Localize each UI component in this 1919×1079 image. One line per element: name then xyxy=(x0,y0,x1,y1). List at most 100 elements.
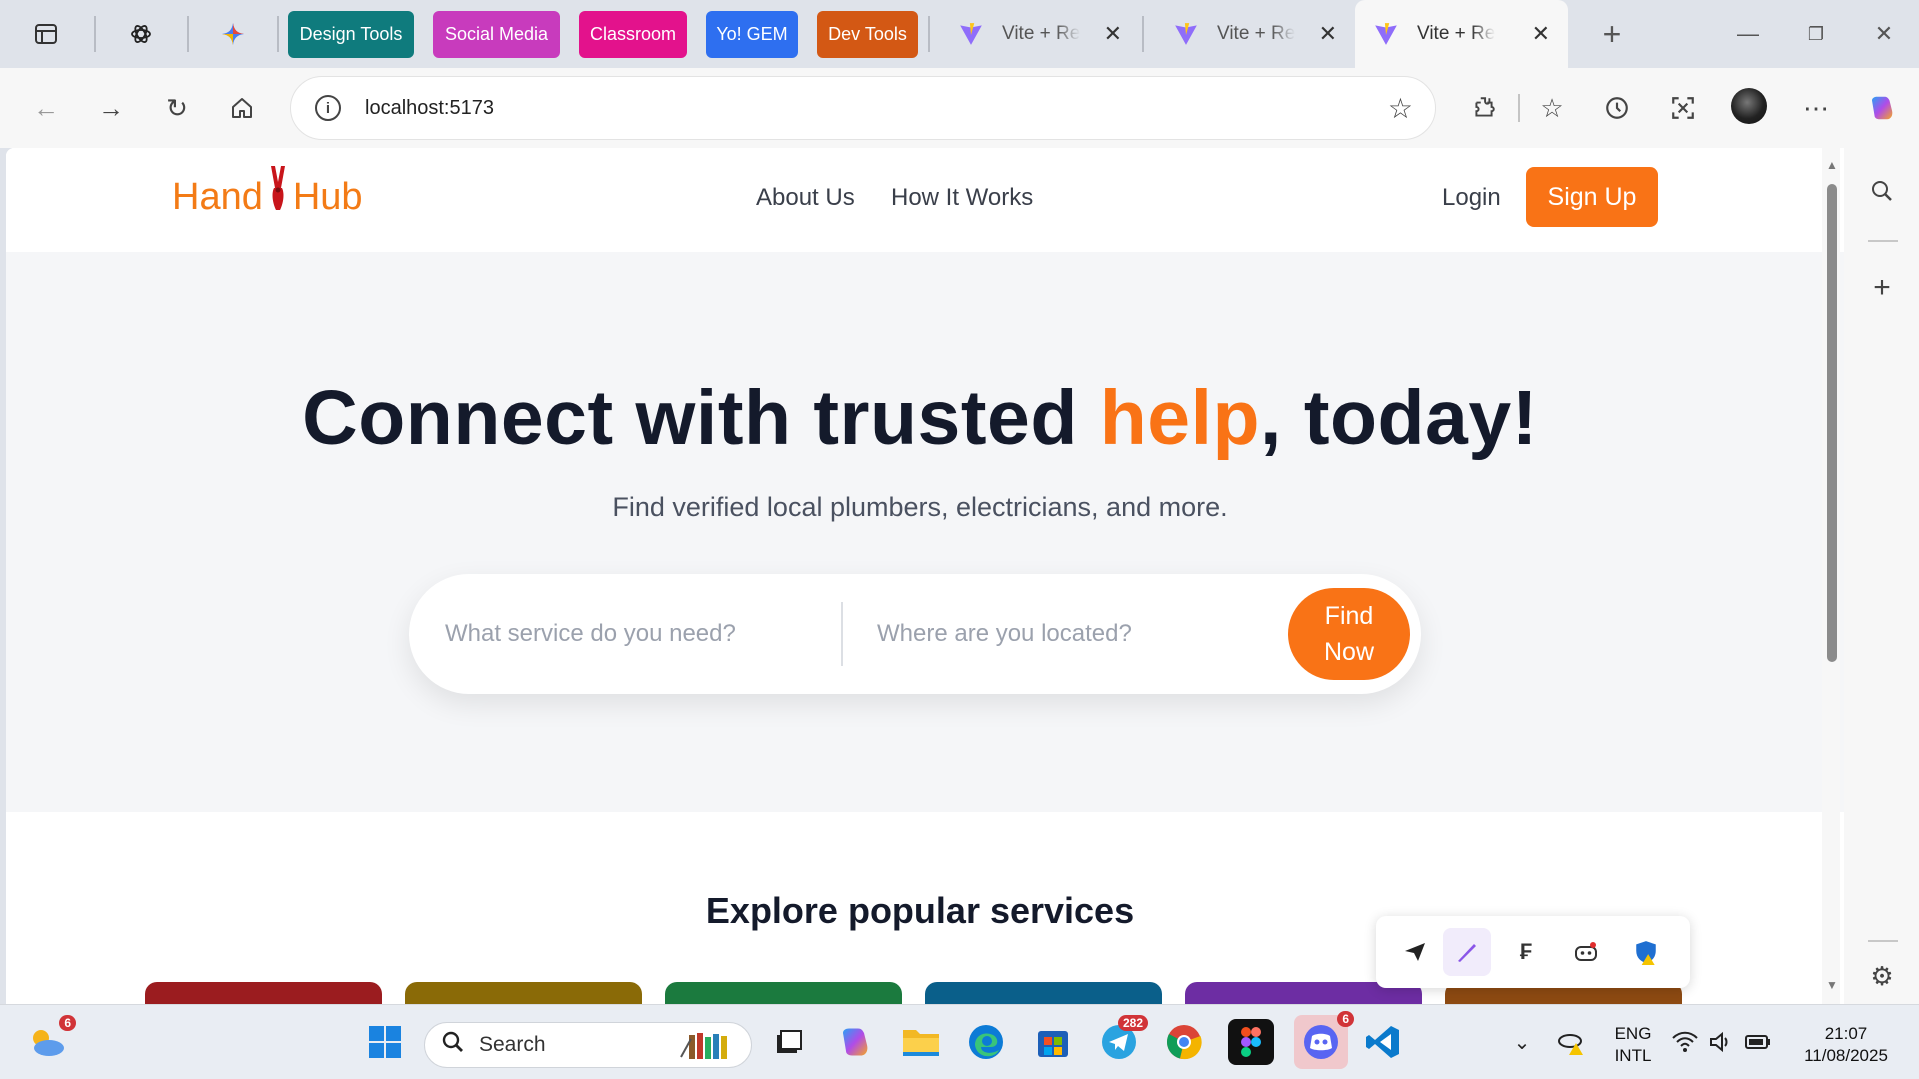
tab-vite-react-2[interactable]: Vite + React ✕ xyxy=(1155,0,1355,68)
nav-about-us[interactable]: About Us xyxy=(756,184,855,212)
pliers-logo-icon xyxy=(270,165,285,210)
close-window-icon[interactable]: ✕ xyxy=(1864,14,1904,54)
address-bar[interactable]: i localhost:5173 ☆ xyxy=(290,76,1436,140)
hero-title-part1: Connect with trusted xyxy=(302,375,1100,461)
logo-text-left: Hand xyxy=(172,176,263,218)
new-tab-icon[interactable]: + xyxy=(1592,14,1632,54)
microsoft-store-icon[interactable] xyxy=(1030,1019,1076,1065)
restore-icon[interactable]: ❐ xyxy=(1796,14,1836,54)
close-tab-icon[interactable]: ✕ xyxy=(1104,21,1122,47)
chrome-icon[interactable] xyxy=(1161,1019,1207,1065)
file-explorer-icon[interactable] xyxy=(898,1019,944,1065)
login-link[interactable]: Login xyxy=(1442,184,1501,212)
weather-widget-icon[interactable]: 6 xyxy=(24,1015,76,1065)
battery-icon[interactable] xyxy=(1740,1019,1776,1065)
add-panel-icon[interactable]: + xyxy=(1862,268,1902,308)
service-search-bar: Find Now xyxy=(409,574,1421,694)
bot-icon[interactable] xyxy=(1562,928,1610,976)
show-hidden-icons-chevron-icon[interactable]: ⌄ xyxy=(1502,1019,1542,1065)
page-scrollbar[interactable]: ▲ ▼ xyxy=(1822,148,1840,1004)
tab-actions-icon[interactable] xyxy=(26,14,66,54)
vite-favicon-icon xyxy=(1375,23,1397,45)
find-now-line2: Now xyxy=(1323,638,1374,666)
minimize-icon[interactable]: — xyxy=(1728,14,1768,54)
hero-title-accent: help xyxy=(1099,375,1261,461)
task-view-icon[interactable] xyxy=(765,1019,811,1065)
scroll-down-icon[interactable]: ▼ xyxy=(1826,978,1838,992)
settings-gear-icon[interactable]: ⚙ xyxy=(1862,956,1902,996)
service-card[interactable] xyxy=(145,982,382,1004)
copilot-icon[interactable] xyxy=(1862,88,1902,128)
home-icon[interactable] xyxy=(222,88,262,128)
tab-group-classroom[interactable]: Classroom xyxy=(579,11,687,58)
search-icon xyxy=(441,1030,465,1061)
divider xyxy=(1142,16,1144,52)
scroll-up-icon[interactable]: ▲ xyxy=(1826,158,1838,172)
wifi-icon[interactable] xyxy=(1667,1019,1703,1065)
service-card[interactable] xyxy=(665,982,902,1004)
handyhub-logo[interactable]: Hand Hub xyxy=(172,165,363,219)
service-input[interactable] xyxy=(445,610,825,658)
language-indicator[interactable]: ENG INTL xyxy=(1610,1023,1656,1067)
search-icon[interactable] xyxy=(1862,171,1902,211)
favorite-star-icon[interactable]: ☆ xyxy=(1388,92,1413,125)
shield-warning-icon[interactable] xyxy=(1622,928,1670,976)
history-icon[interactable] xyxy=(1597,88,1637,128)
site-header: Hand Hub About Us How It Works Login Sig… xyxy=(6,148,1844,252)
clock-time: 21:07 xyxy=(1824,1024,1868,1043)
tab-group-yo-gem[interactable]: Yo! GEM xyxy=(706,11,798,58)
windows-taskbar: 6 Search 282 6 ⌄ ENG INTL 21:07 11/08/20… xyxy=(0,1004,1919,1079)
onedrive-warning-icon[interactable] xyxy=(1551,1019,1591,1065)
profile-avatar[interactable] xyxy=(1731,88,1767,124)
location-input[interactable] xyxy=(877,610,1267,658)
address-url[interactable]: localhost:5173 xyxy=(365,97,494,120)
discord-badge: 6 xyxy=(1337,1011,1354,1027)
tab-strip: Design Tools Social Media Classroom Yo! … xyxy=(0,0,1919,68)
language-code: ENG xyxy=(1614,1024,1652,1043)
vite-favicon-icon xyxy=(1175,23,1197,45)
tab-group-dev-tools[interactable]: Dev Tools xyxy=(817,11,918,58)
favorites-icon[interactable]: ☆ xyxy=(1532,88,1572,128)
more-menu-icon[interactable]: ⋯ xyxy=(1796,88,1836,128)
discord-icon[interactable]: 6 xyxy=(1294,1011,1354,1069)
tab-vite-react-active[interactable]: Vite + React ✕ xyxy=(1355,0,1568,68)
scrollbar-thumb[interactable] xyxy=(1827,184,1837,662)
web-page-viewport: Hand Hub About Us How It Works Login Sig… xyxy=(6,148,1844,1004)
copilot-app-icon[interactable] xyxy=(832,1019,878,1065)
service-card[interactable] xyxy=(925,982,1162,1004)
figma-icon[interactable] xyxy=(1228,1019,1274,1065)
find-now-button[interactable]: Find Now xyxy=(1288,588,1410,680)
tab-group-design-tools[interactable]: Design Tools xyxy=(288,11,414,58)
forward-icon[interactable]: → xyxy=(91,88,131,128)
volume-icon[interactable] xyxy=(1703,1019,1739,1065)
refresh-icon[interactable]: ↻ xyxy=(157,88,197,128)
close-tab-icon[interactable]: ✕ xyxy=(1532,21,1550,47)
send-icon[interactable] xyxy=(1391,928,1439,976)
service-card[interactable] xyxy=(405,982,642,1004)
sign-up-button[interactable]: Sign Up xyxy=(1526,167,1658,227)
browser-toolbar: ← → ↻ i localhost:5173 ☆ ☆ ⋯ xyxy=(0,68,1919,148)
gemini-pinned-tab-icon[interactable] xyxy=(213,14,253,54)
tab-group-social-media[interactable]: Social Media xyxy=(433,11,560,58)
close-tab-icon[interactable]: ✕ xyxy=(1319,21,1337,47)
pen-icon[interactable] xyxy=(1443,928,1491,976)
site-info-icon[interactable]: i xyxy=(315,95,341,121)
vscode-icon[interactable] xyxy=(1360,1019,1406,1065)
telegram-badge: 282 xyxy=(1117,1015,1148,1031)
extensions-icon[interactable] xyxy=(1464,88,1504,128)
figma-ext-icon[interactable]: ₣ xyxy=(1502,928,1550,976)
divider xyxy=(1868,940,1898,942)
edge-browser-icon[interactable] xyxy=(963,1019,1009,1065)
telegram-icon[interactable]: 282 xyxy=(1096,1015,1148,1065)
start-windows-icon[interactable] xyxy=(362,1019,408,1065)
hero-title: Connect with trusted help, today! xyxy=(6,374,1834,463)
taskbar-search-box[interactable]: Search xyxy=(424,1022,752,1068)
screenshot-icon[interactable] xyxy=(1663,88,1703,128)
chatgpt-pinned-tab-icon[interactable] xyxy=(121,14,161,54)
clock[interactable]: 21:07 11/08/2025 xyxy=(1792,1023,1900,1067)
tab-vite-react-1[interactable]: Vite + React ✕ xyxy=(940,0,1140,68)
nav-how-it-works[interactable]: How It Works xyxy=(891,184,1033,212)
back-icon[interactable]: ← xyxy=(26,88,66,128)
divider xyxy=(1518,94,1520,122)
extension-toolbar: ₣ xyxy=(1376,916,1690,988)
